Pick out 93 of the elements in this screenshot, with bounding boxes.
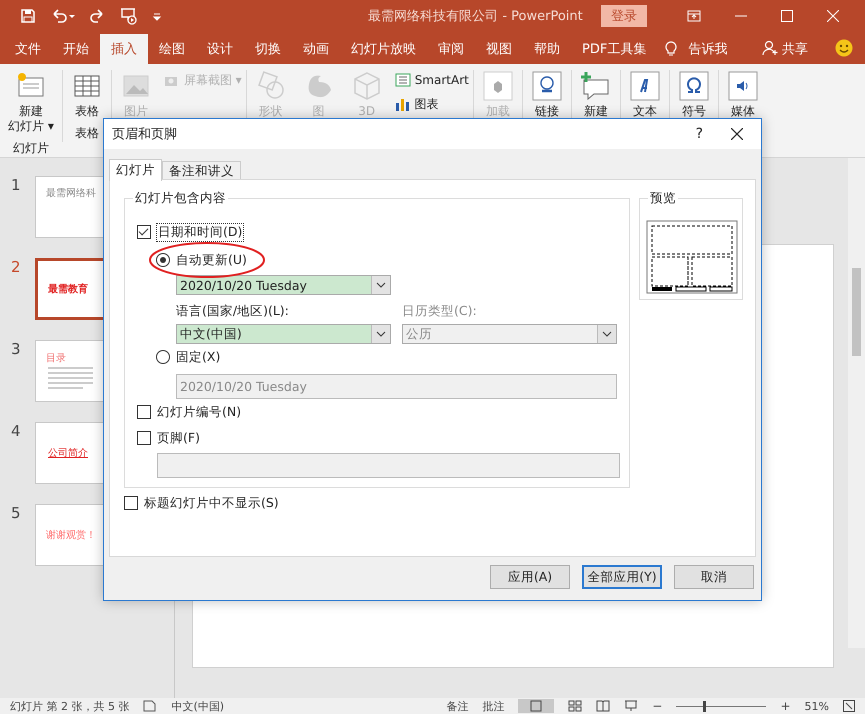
- group-title: 幻灯片包含内容: [133, 190, 228, 207]
- text-box-icon: [628, 70, 661, 102]
- save-icon[interactable]: [20, 8, 36, 24]
- presentation-icon[interactable]: [120, 7, 138, 25]
- ribbon-button[interactable]: 图表: [414, 96, 439, 112]
- ribbon-button[interactable]: SmartArt: [414, 73, 469, 87]
- chevron-down-icon: [376, 331, 386, 337]
- date-format-dropdown[interactable]: 2020/10/20 Tuesday: [176, 275, 391, 295]
- checkbox[interactable]: [137, 225, 151, 239]
- checkbox-label[interactable]: 幻灯片编号(N): [157, 404, 242, 420]
- omega-icon: [678, 70, 710, 102]
- scrollbar[interactable]: [848, 158, 865, 648]
- list-lines-drawing: [46, 366, 96, 392]
- help-button[interactable]: ?: [696, 126, 703, 142]
- field-label: 语言(国家/地区)(L):: [176, 303, 290, 320]
- ribbon-tab[interactable]: 动画: [292, 34, 340, 64]
- dialog-title: 页眉和页脚: [112, 126, 177, 143]
- checkbox[interactable]: [124, 496, 138, 510]
- ribbon-button[interactable]: 新建: [584, 104, 608, 119]
- smiley-icon[interactable]: [835, 39, 853, 57]
- ribbon-group-label: 幻灯片: [12, 140, 49, 157]
- slide-number: 5: [11, 504, 21, 522]
- ribbon-tab[interactable]: 设计: [196, 34, 244, 64]
- ribbon-group-label: 表格: [74, 125, 99, 142]
- ribbon-tab[interactable]: PDF工具集: [571, 34, 658, 64]
- ribbon-button[interactable]: 幻灯片 ▾: [8, 119, 54, 134]
- notes-button[interactable]: 备注: [446, 698, 468, 714]
- comments-button[interactable]: 批注: [482, 698, 504, 714]
- slide-number: 4: [11, 422, 21, 440]
- radio-button[interactable]: [156, 350, 170, 364]
- normal-view-icon[interactable]: [518, 699, 554, 713]
- bar-chart-icon: [394, 97, 411, 111]
- zoom-out-button[interactable]: −: [652, 699, 662, 713]
- ribbon-display-icon[interactable]: [687, 10, 701, 22]
- share-button[interactable]: 共享: [778, 34, 819, 64]
- zoom-percent[interactable]: 51%: [804, 700, 829, 712]
- window-title: 最需网络科技有限公司 - PowerPoint: [367, 8, 584, 25]
- ribbon-button[interactable]: 新建: [18, 104, 43, 119]
- slide-number: 3: [11, 340, 21, 358]
- ribbon-tab[interactable]: 切换: [244, 34, 292, 64]
- ribbon-button[interactable]: 文本: [632, 104, 657, 119]
- dialog-button[interactable]: 全部应用(Y): [582, 565, 662, 589]
- fit-window-icon[interactable]: [843, 700, 855, 712]
- ribbon-tab[interactable]: 幻灯片放映: [340, 34, 427, 64]
- radio-label[interactable]: 固定(X): [176, 348, 220, 366]
- ribbon-tab[interactable]: 绘图: [148, 34, 196, 64]
- user-icon[interactable]: [762, 40, 778, 56]
- slide-title: 谢谢观赏！: [46, 528, 96, 542]
- ribbon-button[interactable]: 符号: [682, 104, 706, 119]
- dialog-tab[interactable]: 备注和讲义: [162, 161, 241, 181]
- dialog-tab[interactable]: 幻灯片: [109, 159, 162, 181]
- chevron-down-icon: [376, 282, 386, 288]
- ribbon-button[interactable]: 媒体: [730, 104, 755, 119]
- close-icon[interactable]: [731, 128, 743, 140]
- slideshow-icon[interactable]: [624, 700, 638, 712]
- slide-number: 2: [11, 258, 21, 276]
- slide-count-text: 幻灯片 第 2 张，共 5 张: [10, 698, 130, 714]
- slide-title: 目录: [46, 352, 66, 364]
- ribbon-tab[interactable]: 帮助: [523, 34, 571, 64]
- dialog-button[interactable]: 应用(A): [490, 565, 570, 589]
- slide-title: 公司简介: [47, 447, 88, 460]
- language-text[interactable]: 中文(中国): [171, 698, 224, 714]
- dialog-button[interactable]: 取消: [674, 565, 754, 589]
- ribbon-tab[interactable]: 插入: [100, 34, 148, 64]
- checkbox[interactable]: [137, 431, 151, 445]
- ribbon-tab[interactable]: 开始: [52, 34, 100, 64]
- checkbox[interactable]: [137, 405, 151, 419]
- slide-title: 最需网络科: [46, 186, 96, 200]
- tell-me-button[interactable]: 告诉我: [677, 34, 738, 64]
- speaker-icon: [726, 70, 759, 102]
- field-label: 日历类型(C):: [402, 303, 478, 320]
- ribbon-button[interactable]: 表格: [74, 104, 99, 119]
- link-icon: [530, 70, 563, 102]
- zoom-in-button[interactable]: +: [780, 699, 791, 713]
- ribbon-button[interactable]: 链接: [534, 104, 559, 119]
- language-dropdown[interactable]: 中文(中国): [176, 324, 391, 344]
- footer-field[interactable]: [157, 453, 620, 478]
- smartart-icon: [394, 73, 411, 87]
- maximize-icon[interactable]: [781, 10, 793, 22]
- minimize-icon[interactable]: [735, 15, 747, 17]
- slide-sorter-icon[interactable]: [568, 700, 582, 712]
- ribbon-tab[interactable]: 视图: [475, 34, 523, 64]
- group-title: 预览: [648, 190, 678, 207]
- reading-view-icon[interactable]: [596, 700, 610, 712]
- radio-button[interactable]: [156, 253, 170, 267]
- slide-title: 最需教育: [48, 282, 88, 296]
- customize-icon[interactable]: [152, 11, 162, 21]
- lightbulb-icon: [665, 40, 678, 56]
- chevron-down-icon: [602, 331, 612, 337]
- spell-check-icon[interactable]: [143, 700, 158, 712]
- ribbon-tab[interactable]: 审阅: [427, 34, 475, 64]
- ribbon-tab[interactable]: 文件: [4, 34, 52, 64]
- slide-number: 1: [11, 176, 21, 194]
